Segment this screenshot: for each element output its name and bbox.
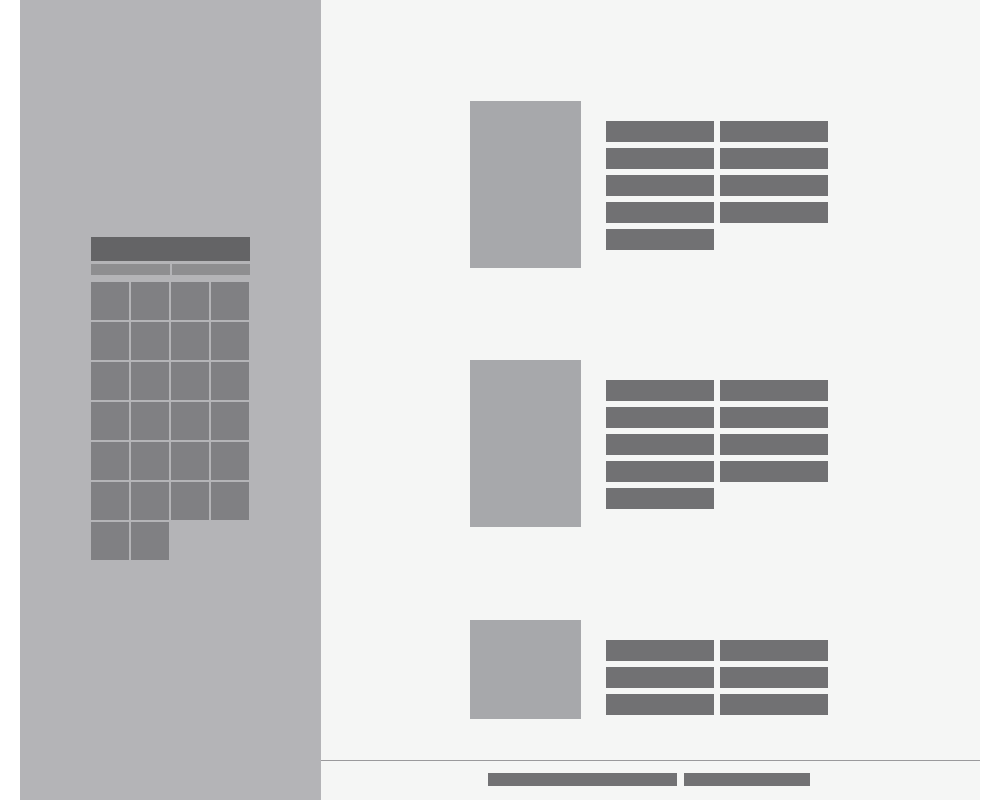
detail-field: [606, 434, 714, 455]
detail-field: [606, 640, 714, 661]
thumbnail-image[interactable]: [470, 101, 581, 268]
calendar-day[interactable]: [211, 362, 249, 400]
calendar-day[interactable]: [211, 282, 249, 320]
calendar-day[interactable]: [171, 402, 209, 440]
detail-field: [606, 175, 714, 196]
calendar-day[interactable]: [171, 442, 209, 480]
calendar-header: [91, 237, 250, 261]
list-item[interactable]: [321, 0, 980, 280]
detail-field: [720, 202, 828, 223]
list-item[interactable]: [321, 280, 980, 540]
calendar-day[interactable]: [171, 322, 209, 360]
item-details: [606, 640, 828, 715]
detail-field: [720, 407, 828, 428]
footer-link[interactable]: [488, 773, 677, 786]
detail-field: [606, 694, 714, 715]
calendar-grid: [91, 282, 250, 560]
calendar-day[interactable]: [91, 362, 129, 400]
item-details: [606, 121, 828, 250]
calendar-day[interactable]: [131, 442, 169, 480]
calendar-day[interactable]: [91, 282, 129, 320]
detail-field: [606, 148, 714, 169]
calendar-widget: [91, 237, 250, 560]
detail-field: [720, 380, 828, 401]
item-details: [606, 380, 828, 509]
thumbnail-image[interactable]: [470, 620, 581, 719]
sidebar: [20, 0, 321, 800]
calendar-next-button[interactable]: [171, 264, 250, 275]
calendar-day[interactable]: [211, 402, 249, 440]
list-item[interactable]: [321, 540, 980, 740]
main-content: [321, 0, 980, 800]
calendar-day[interactable]: [131, 522, 169, 560]
calendar-day[interactable]: [91, 482, 129, 520]
detail-field: [720, 694, 828, 715]
calendar-day[interactable]: [91, 322, 129, 360]
detail-field: [720, 640, 828, 661]
footer-divider: [321, 760, 980, 761]
detail-field: [720, 434, 828, 455]
detail-field: [606, 461, 714, 482]
detail-field: [720, 148, 828, 169]
calendar-day[interactable]: [91, 442, 129, 480]
calendar-day[interactable]: [211, 322, 249, 360]
calendar-day[interactable]: [91, 522, 129, 560]
detail-field: [606, 667, 714, 688]
calendar-day[interactable]: [211, 442, 249, 480]
calendar-prev-button[interactable]: [91, 264, 170, 275]
calendar-day[interactable]: [171, 282, 209, 320]
detail-field: [606, 121, 714, 142]
calendar-day[interactable]: [131, 402, 169, 440]
footer-link[interactable]: [684, 773, 810, 786]
detail-field: [720, 461, 828, 482]
detail-field: [606, 229, 714, 250]
thumbnail-image[interactable]: [470, 360, 581, 527]
calendar-day[interactable]: [91, 402, 129, 440]
detail-field: [720, 175, 828, 196]
calendar-nav: [91, 264, 250, 275]
detail-field: [606, 380, 714, 401]
detail-field: [720, 667, 828, 688]
detail-field: [720, 121, 828, 142]
calendar-day[interactable]: [171, 482, 209, 520]
detail-field: [606, 202, 714, 223]
calendar-day[interactable]: [211, 482, 249, 520]
calendar-day[interactable]: [131, 282, 169, 320]
calendar-day[interactable]: [171, 362, 209, 400]
calendar-day[interactable]: [131, 322, 169, 360]
detail-field: [606, 488, 714, 509]
calendar-day[interactable]: [131, 362, 169, 400]
detail-field: [606, 407, 714, 428]
calendar-day[interactable]: [131, 482, 169, 520]
app-window: [0, 0, 1000, 800]
